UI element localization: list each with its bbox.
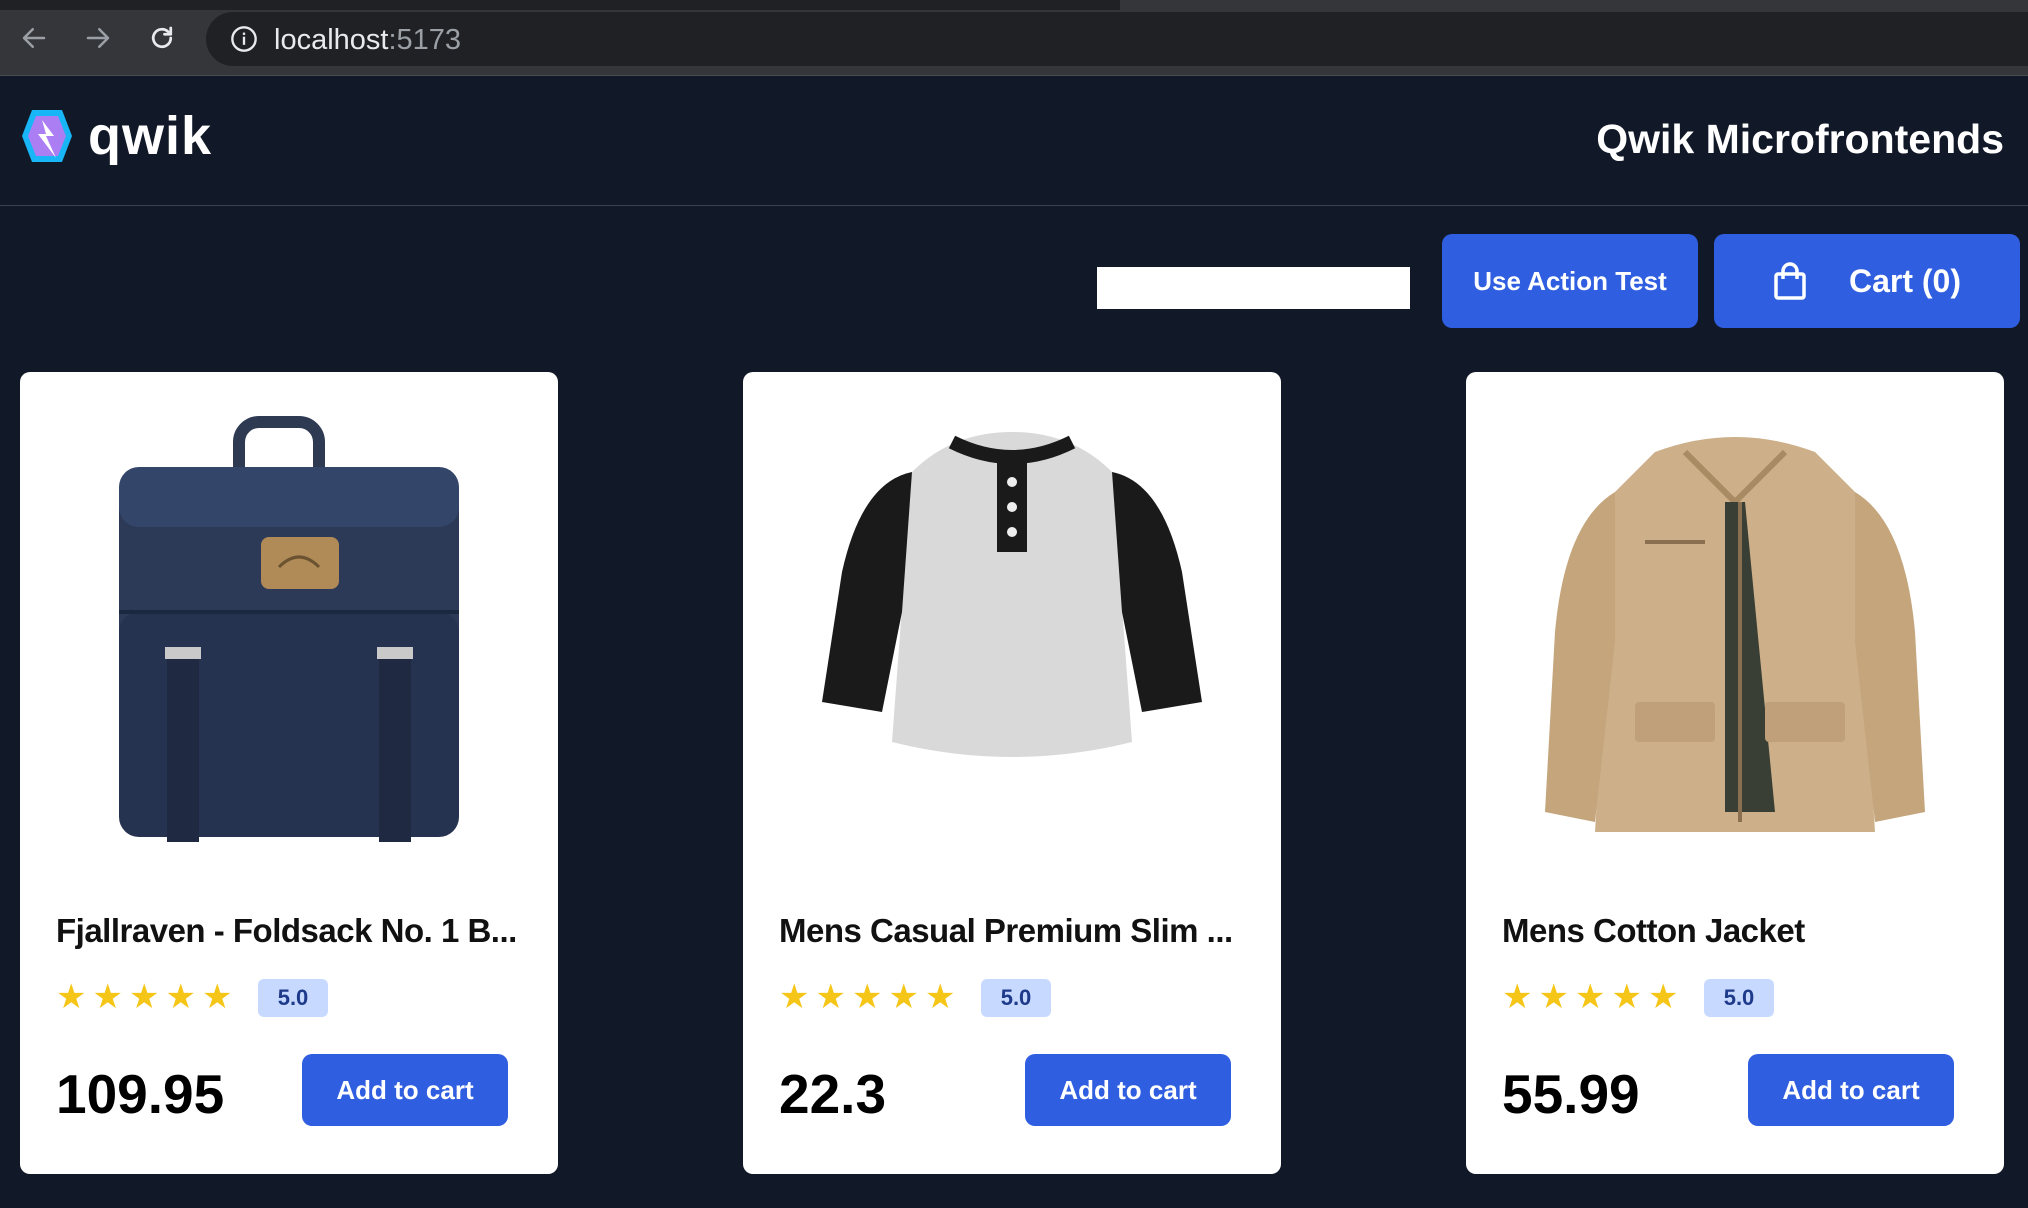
logo[interactable]: qwik: [18, 106, 212, 166]
star-icon: ★: [92, 978, 123, 1016]
cart-button[interactable]: Cart (0): [1714, 234, 2020, 328]
forward-arrow-icon: [86, 28, 110, 48]
rating-badge: 5.0: [1704, 979, 1774, 1017]
product-image: [1545, 437, 1925, 832]
star-icon: ★: [1647, 978, 1679, 1016]
app-header: qwik Qwik Microfrontends: [0, 76, 2028, 206]
star-icon: ★: [1502, 978, 1533, 1016]
product-price: 109.95: [56, 1063, 225, 1125]
star-icon: ★: [165, 978, 196, 1016]
back-arrow-icon: [22, 28, 46, 48]
star-icon: ★: [1538, 978, 1569, 1016]
add-to-cart-button[interactable]: Add to cart: [1748, 1054, 1954, 1126]
shopping-bag-icon: [1774, 262, 1806, 300]
rating-badge: 5.0: [258, 979, 328, 1017]
product-title[interactable]: Fjallraven - Foldsack No. 1 B...: [56, 912, 526, 950]
reload-button[interactable]: [138, 14, 186, 62]
url-port: :5173: [388, 24, 462, 56]
product-title[interactable]: Mens Casual Premium Slim ...: [779, 912, 1249, 950]
star-rating: ★ ★ ★ ★ ★: [1502, 980, 1684, 1014]
star-rating: ★ ★ ★ ★ ★: [779, 980, 961, 1014]
use-action-test-button[interactable]: Use Action Test: [1442, 234, 1698, 328]
info-icon[interactable]: [230, 25, 258, 58]
product-price: 22.3: [779, 1063, 887, 1125]
cart-label: Cart (0): [1848, 262, 1961, 299]
star-icon: ★: [1574, 978, 1606, 1016]
product-price: 55.99: [1502, 1063, 1640, 1125]
tab-strip: [0, 0, 1120, 10]
product-card: Mens Casual Premium Slim ... ★ ★ ★ ★ ★ 5.0 2…: [743, 372, 1281, 1174]
reload-icon: [151, 26, 173, 49]
star-rating: ★ ★ ★ ★ ★: [56, 980, 238, 1014]
url-host: localhost: [274, 24, 389, 56]
star-icon: ★: [201, 978, 233, 1016]
star-icon: ★: [851, 978, 883, 1016]
product-card: Fjallraven - Foldsack No. 1 B... ★ ★ ★ ★ ★ 5…: [20, 372, 558, 1174]
product-card: Mens Cotton Jacket ★ ★ ★ ★ ★ 5.0 55.99 Add t…: [1466, 372, 2004, 1174]
back-button[interactable]: [10, 14, 58, 62]
address-bar[interactable]: localhost:5173: [206, 12, 2028, 66]
star-icon: ★: [128, 978, 160, 1016]
add-to-cart-button[interactable]: Add to cart: [1025, 1054, 1231, 1126]
star-icon: ★: [815, 978, 846, 1016]
browser-toolbar: localhost:5173: [0, 0, 2028, 76]
logo-text: qwik: [88, 106, 213, 166]
url-text: localhost:5173: [274, 24, 461, 57]
text-input[interactable]: [1097, 267, 1410, 309]
star-icon: ★: [779, 978, 810, 1016]
product-title[interactable]: Mens Cotton Jacket: [1502, 912, 1972, 950]
product-image: [119, 416, 459, 842]
star-icon: ★: [1611, 978, 1642, 1016]
star-icon: ★: [888, 978, 919, 1016]
product-image: [822, 432, 1202, 757]
star-icon: ★: [56, 978, 87, 1016]
add-to-cart-button[interactable]: Add to cart: [302, 1054, 508, 1126]
page-title: Qwik Microfrontends: [1596, 116, 2004, 162]
qwik-logo-icon: [22, 110, 72, 162]
star-icon: ★: [924, 978, 956, 1016]
forward-button[interactable]: [74, 14, 122, 62]
rating-badge: 5.0: [981, 979, 1051, 1017]
